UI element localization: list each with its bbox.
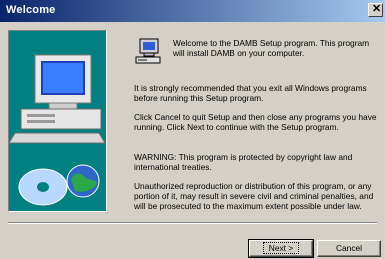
setup-dialog: Welcome ✕ Welcome to the DAMB Setup prog… — [0, 0, 385, 259]
legal-text: Unauthorized reproduction or distributio… — [134, 181, 374, 211]
computer-with-disc-illustration — [8, 30, 107, 212]
close-icon: ✕ — [372, 3, 382, 15]
paragraph-2: Click Cancel to quit Setup and then clos… — [134, 112, 377, 132]
intro-text: Welcome to the DAMB Setup program. This … — [173, 38, 370, 58]
close-button[interactable]: ✕ — [368, 3, 383, 17]
setup-computer-icon — [135, 38, 161, 64]
warning-text: WARNING: This program is protected by co… — [134, 152, 353, 172]
title-bar: Welcome ✕ — [0, 0, 385, 22]
cancel-button[interactable]: Cancel — [317, 240, 381, 257]
cancel-button-label: Cancel — [335, 243, 363, 253]
next-button[interactable]: Next > — [248, 239, 314, 258]
paragraph-1: It is strongly recommended that you exit… — [134, 83, 367, 103]
window-title: Welcome — [6, 4, 56, 16]
separator — [8, 222, 377, 224]
next-button-label: Next > — [262, 242, 300, 254]
computer-illustration-icon — [9, 31, 106, 211]
